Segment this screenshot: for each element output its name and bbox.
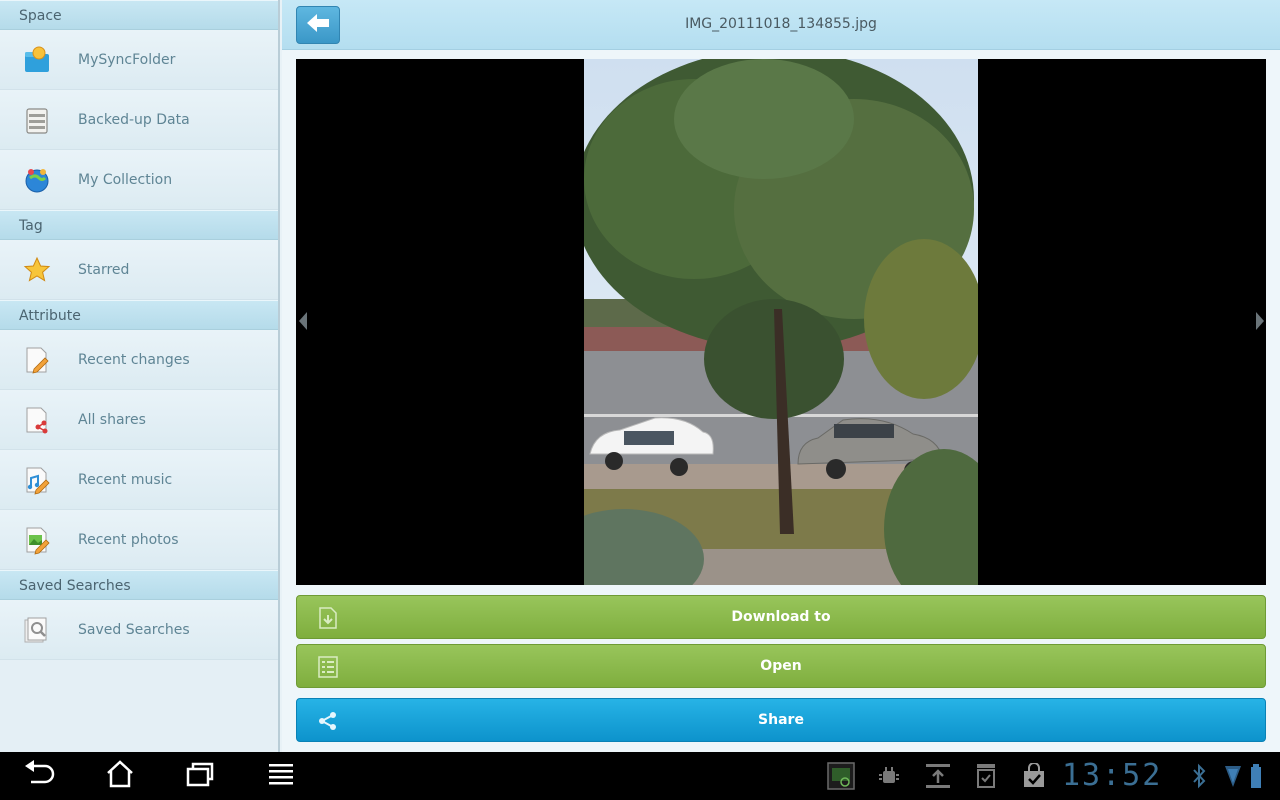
menu-icon bbox=[268, 762, 294, 790]
sidebar-item-label: Starred bbox=[78, 261, 130, 278]
home-icon bbox=[105, 759, 135, 793]
open-button[interactable]: Open bbox=[296, 644, 1266, 688]
system-navigation-bar: 13:52 bbox=[0, 752, 1280, 800]
sidebar-item-label: Backed-up Data bbox=[78, 111, 190, 128]
sidebar-item-recent-photos[interactable]: Recent photos bbox=[0, 510, 278, 570]
battery-icon[interactable] bbox=[1248, 762, 1264, 790]
photo-preview bbox=[584, 59, 978, 585]
sidebar-item-label: All shares bbox=[78, 411, 146, 428]
sidebar-item-label: My Collection bbox=[78, 171, 173, 188]
main-panel: IMG_20111018_134855.jpg Download to Open… bbox=[282, 0, 1280, 752]
sidebar-item-recent-changes[interactable]: Recent changes bbox=[0, 330, 278, 390]
download-to-button[interactable]: Download to bbox=[296, 595, 1266, 639]
share-label: Share bbox=[758, 712, 804, 728]
upload-icon[interactable] bbox=[924, 762, 952, 790]
share-button[interactable]: Share bbox=[296, 698, 1266, 742]
back-nav-button[interactable] bbox=[19, 760, 59, 792]
usb-debugging-icon[interactable] bbox=[876, 762, 902, 790]
sidebar-item-saved-searches[interactable]: Saved Searches bbox=[0, 600, 278, 660]
sidebar-item-label: Recent changes bbox=[78, 351, 190, 368]
document-edit-icon bbox=[19, 342, 55, 378]
section-header-space: Space bbox=[0, 0, 278, 30]
previous-image-arrow[interactable] bbox=[299, 312, 307, 330]
sidebar-item-backed-up-data[interactable]: Backed-up Data bbox=[0, 90, 278, 150]
back-nav-icon bbox=[23, 760, 55, 792]
sidebar-item-label: MySyncFolder bbox=[78, 51, 176, 68]
sidebar-item-starred[interactable]: Starred bbox=[0, 240, 278, 300]
sidebar-item-recent-music[interactable]: Recent music bbox=[0, 450, 278, 510]
sidebar-item-mysyncfolder[interactable]: MySyncFolder bbox=[0, 30, 278, 90]
sidebar-item-label: Recent music bbox=[78, 471, 173, 488]
image-viewer[interactable] bbox=[296, 59, 1266, 585]
sidebar: Space MySyncFolder Backed-up Data My Col… bbox=[0, 0, 280, 752]
clock: 13:52 bbox=[1062, 758, 1163, 793]
music-document-icon bbox=[19, 462, 55, 498]
sidebar-item-my-collection[interactable]: My Collection bbox=[0, 150, 278, 210]
bluetooth-icon[interactable] bbox=[1190, 762, 1208, 790]
backup-icon bbox=[19, 102, 55, 138]
star-icon bbox=[19, 252, 55, 288]
sidebar-item-label: Recent photos bbox=[78, 531, 179, 548]
menu-nav-button[interactable] bbox=[261, 760, 301, 792]
section-header-attribute: Attribute bbox=[0, 300, 278, 330]
next-image-arrow[interactable] bbox=[1256, 312, 1264, 330]
page-title: IMG_20111018_134855.jpg bbox=[685, 16, 877, 32]
photo-document-icon bbox=[19, 522, 55, 558]
download-to-label: Download to bbox=[731, 609, 831, 625]
screenshot-icon[interactable] bbox=[826, 762, 856, 790]
home-nav-button[interactable] bbox=[100, 760, 140, 792]
sidebar-item-all-shares[interactable]: All shares bbox=[0, 390, 278, 450]
sd-card-icon[interactable] bbox=[973, 762, 999, 790]
recent-apps-button[interactable] bbox=[180, 760, 220, 792]
section-header-tag: Tag bbox=[0, 210, 278, 240]
download-file-icon bbox=[317, 607, 339, 629]
open-label: Open bbox=[760, 658, 802, 674]
section-header-saved-searches: Saved Searches bbox=[0, 570, 278, 600]
sidebar-item-label: Saved Searches bbox=[78, 621, 190, 638]
search-document-icon bbox=[19, 612, 55, 648]
recent-apps-icon bbox=[185, 760, 215, 792]
share-icon bbox=[317, 710, 339, 732]
shopping-bag-check-icon[interactable] bbox=[1020, 762, 1048, 790]
wifi-signal-icon[interactable] bbox=[1222, 762, 1244, 790]
collection-globe-icon bbox=[19, 162, 55, 198]
document-share-icon bbox=[19, 402, 55, 438]
folder-sync-icon bbox=[19, 42, 55, 78]
top-bar: IMG_20111018_134855.jpg bbox=[282, 0, 1280, 50]
list-document-icon bbox=[317, 656, 339, 678]
